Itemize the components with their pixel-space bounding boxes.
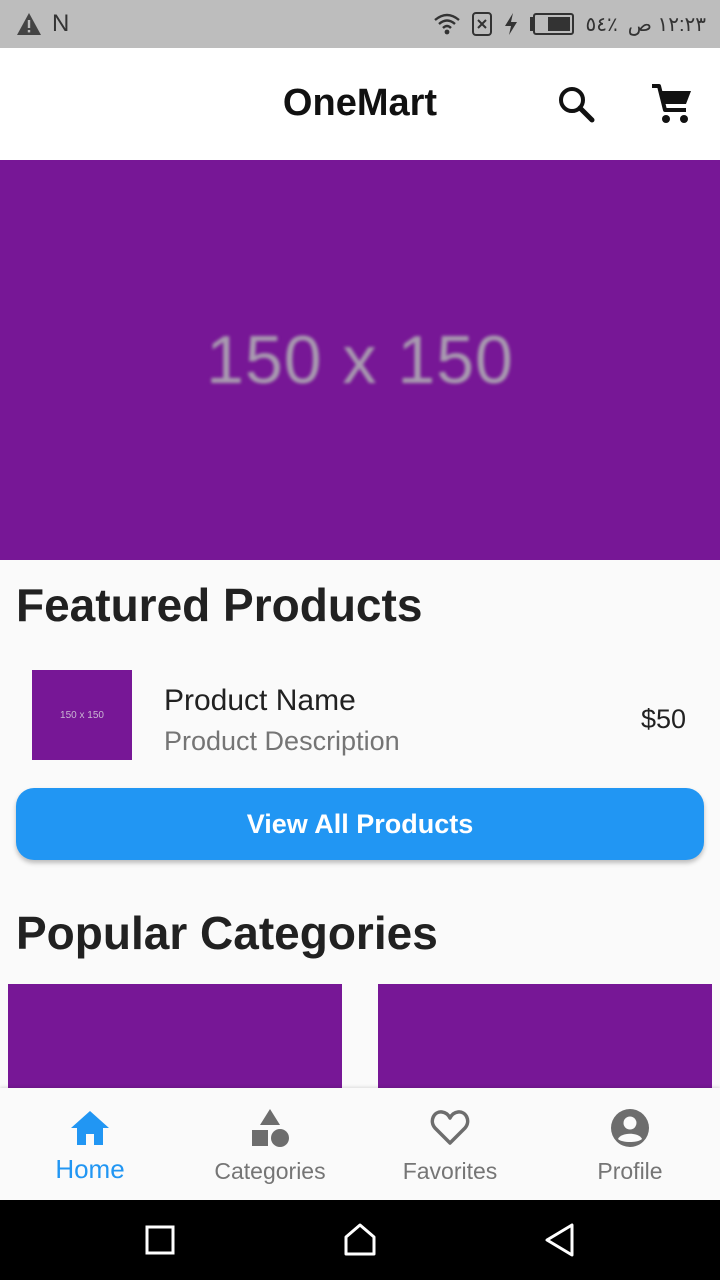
battery-icon [530,13,575,35]
product-thumbnail: 150 x 150 [32,670,132,760]
categories-icon [252,1109,289,1147]
product-list-item[interactable]: 150 x 150 Product Name Product Descripti… [0,650,720,770]
nav-item-categories[interactable]: Categories [180,1088,360,1200]
nav-item-home[interactable]: Home [0,1088,180,1200]
product-description: Product Description [164,726,400,756]
app-title: OneMart [282,82,438,124]
nav-item-favorites[interactable]: Favorites [360,1088,540,1200]
status-right: ٥٤٪ ١٢:٢٣ ص [433,11,706,37]
system-navigation-bar [0,1200,720,1280]
product-price: $50 [640,704,686,734]
screen: N ٥٤٪ ١٢:٢٣ ص OneMart 150 x 150 Featured… [0,0,720,1280]
banner-placeholder-text: 150 x 150 [206,322,514,398]
nav-label-profile: Profile [597,1158,663,1184]
product-thumbnail-text: 150 x 150 [60,709,104,721]
status-left: N [16,10,69,38]
nav-label-categories: Categories [214,1158,326,1184]
battery-percent: ٥٤٪ [585,13,618,36]
nav-label-favorites: Favorites [402,1158,498,1184]
status-time: ١٢:٢٣ ص [627,13,706,36]
home-icon [71,1111,109,1145]
heart-icon [430,1110,470,1145]
category-card[interactable] [378,984,712,1104]
recents-icon[interactable] [140,1220,180,1260]
nav-label-home: Home [55,1154,125,1184]
search-icon [559,87,595,123]
back-icon[interactable] [540,1220,580,1260]
cart-button[interactable] [648,80,696,128]
nav-item-profile[interactable]: Profile [540,1088,720,1200]
profile-icon [611,1109,649,1147]
status-bar: N ٥٤٪ ١٢:٢٣ ص [0,0,720,48]
search-button[interactable] [552,80,600,128]
charging-icon [505,13,518,35]
popular-categories-heading: Popular Categories [16,907,438,959]
warning-icon [17,13,41,35]
home-outline-icon[interactable] [340,1220,380,1260]
sim-off-icon [472,12,493,36]
cart-icon [652,84,691,123]
featured-products-heading: Featured Products [16,579,423,631]
wifi-icon [434,13,461,35]
status-letter: N [52,10,70,37]
hero-banner[interactable]: 150 x 150 [0,160,720,560]
app-bar: OneMart [0,48,720,160]
product-name: Product Name [164,684,356,717]
category-card[interactable] [8,984,342,1104]
bottom-navigation: Home Categories Favorites Profile [0,1088,720,1200]
view-all-products-button[interactable]: View All Products [16,788,704,860]
